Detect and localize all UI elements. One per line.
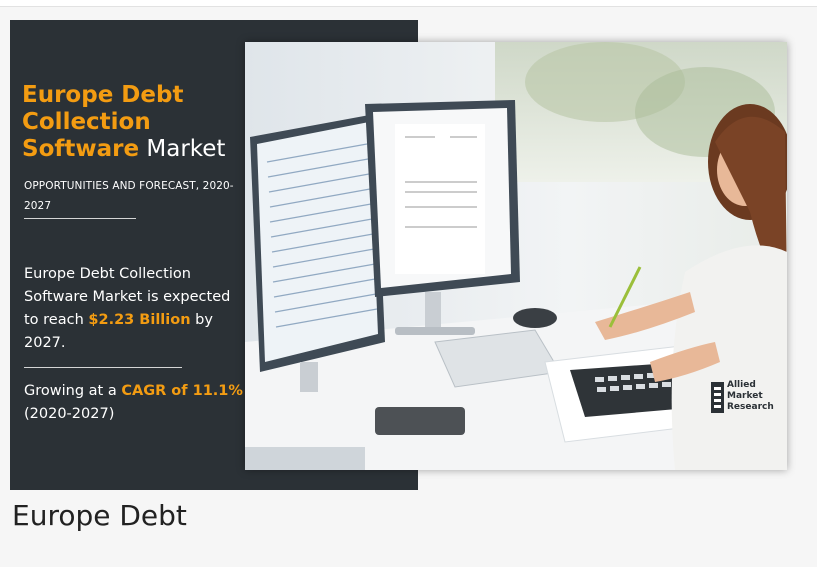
forecast-value: $2.23 Billion — [88, 312, 191, 328]
logo-text: Allied Market Research — [727, 380, 774, 412]
growth-text: Growing at a CAGR of 11.1% (2020-2027) — [24, 380, 249, 426]
market-forecast-text: Europe Debt Collection Software Market i… — [24, 263, 244, 355]
top-divider — [0, 0, 817, 7]
office-photo — [245, 42, 787, 470]
growth-value: CAGR of 11.1% — [121, 383, 243, 399]
image-caption: Europe Debt — [12, 499, 187, 532]
logo-mark-icon — [711, 382, 724, 413]
banner-subtitle: OPPORTUNITIES AND FORECAST, 2020-2027 — [24, 180, 234, 212]
banner-title-plain: Market — [139, 136, 226, 162]
growth-prefix: Growing at a — [24, 383, 122, 399]
growth-suffix: (2020-2027) — [24, 406, 115, 422]
allied-market-research-logo: Allied Market Research — [711, 378, 786, 418]
banner-divider-1 — [24, 218, 136, 219]
banner-divider-2 — [24, 367, 182, 368]
banner-title: Europe Debt Collection Software Market — [22, 82, 242, 163]
